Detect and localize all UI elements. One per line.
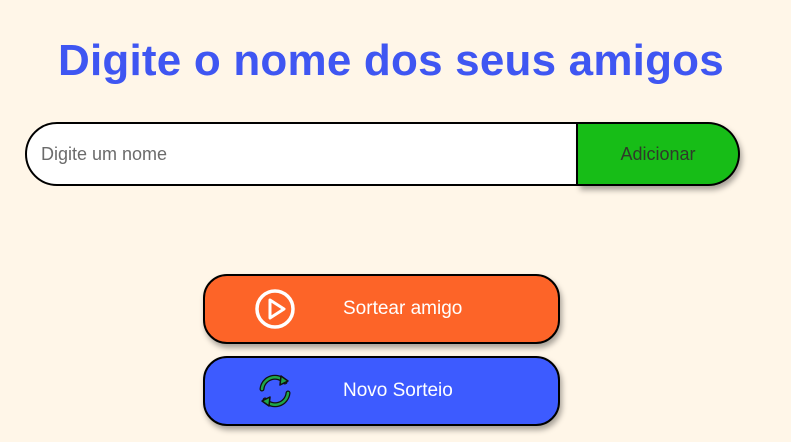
draw-friend-button[interactable]: Sortear amigo (203, 274, 560, 344)
new-draw-button[interactable]: Novo Sorteio (203, 356, 560, 426)
add-button[interactable]: Adicionar (578, 122, 740, 186)
friend-name-input[interactable] (25, 122, 578, 186)
add-friend-form: Adicionar (25, 122, 740, 186)
refresh-icon (253, 369, 297, 413)
page-title: Digite o nome dos seus amigos (58, 36, 724, 85)
play-circle-icon (253, 287, 297, 331)
new-draw-label: Novo Sorteio (343, 380, 453, 401)
draw-friend-label: Sortear amigo (343, 298, 463, 319)
